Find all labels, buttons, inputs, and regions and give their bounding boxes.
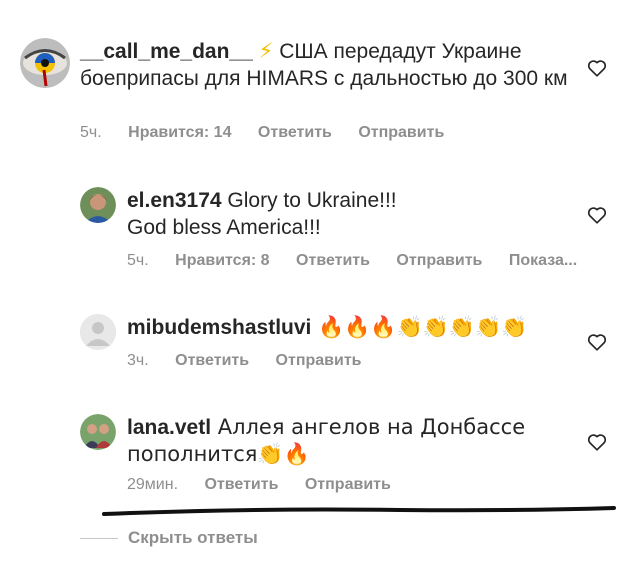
- reply-button[interactable]: Ответить: [204, 476, 278, 493]
- comment-text: el.en3174 Glory to Ukraine!!! God bless …: [127, 187, 427, 241]
- username[interactable]: lana.vetl: [127, 416, 211, 439]
- likes-count[interactable]: Нравится: 14: [128, 124, 231, 141]
- timestamp: 5ч.: [127, 252, 149, 269]
- likes-count[interactable]: Нравится: 8: [175, 252, 269, 269]
- avatar[interactable]: [80, 187, 116, 223]
- timestamp: 29мин.: [127, 476, 179, 493]
- send-button[interactable]: Отправить: [396, 252, 482, 269]
- comment-meta: 5ч. Нравится: 14 Ответить Отправить: [80, 124, 466, 142]
- username[interactable]: __call_me_dan__: [80, 40, 253, 63]
- heart-icon[interactable]: [586, 204, 608, 226]
- hide-replies-label: Скрыть ответы: [128, 528, 258, 547]
- comment-text: lana.vetl Аллея ангелов на Донбассе попо…: [127, 414, 567, 468]
- heart-icon[interactable]: [586, 331, 608, 353]
- comment-body: 🔥🔥🔥👏👏👏👏👏: [311, 315, 528, 339]
- ink-underline-annotation: [102, 506, 616, 516]
- divider-line: [80, 538, 118, 540]
- comment-meta: 29мин. Ответить Отправить: [127, 476, 413, 494]
- send-button[interactable]: Отправить: [305, 476, 391, 493]
- reply-button[interactable]: Ответить: [296, 252, 370, 269]
- reply-button[interactable]: Ответить: [175, 352, 249, 369]
- avatar[interactable]: [80, 314, 116, 350]
- avatar-photo: [80, 187, 116, 223]
- timestamp: 5ч.: [80, 124, 102, 141]
- send-button[interactable]: Отправить: [276, 352, 362, 369]
- username[interactable]: mibudemshastluvi: [127, 316, 311, 339]
- comment-meta: 3ч. Ответить Отправить: [127, 352, 384, 370]
- timestamp: 3ч.: [127, 352, 149, 369]
- username[interactable]: el.en3174: [127, 189, 222, 212]
- avatar-photo: [80, 414, 116, 450]
- show-translation-button[interactable]: Показа...: [509, 252, 577, 269]
- comment-text: mibudemshastluvi 🔥🔥🔥👏👏👏👏👏: [127, 314, 587, 341]
- hide-replies-button[interactable]: Скрыть ответы: [80, 528, 258, 548]
- heart-icon[interactable]: [586, 431, 608, 453]
- lightning-emoji: ⚡: [258, 39, 274, 63]
- comment-meta: 5ч. Нравится: 8 Ответить Отправить Показ…: [127, 252, 577, 270]
- comment-text: __call_me_dan__ ⚡ США передадут Украине …: [80, 38, 580, 92]
- send-button[interactable]: Отправить: [358, 124, 444, 141]
- default-avatar-icon: [80, 314, 116, 350]
- avatar-eye-image: [20, 38, 70, 88]
- heart-icon[interactable]: [586, 57, 608, 79]
- avatar[interactable]: [20, 38, 70, 88]
- avatar[interactable]: [80, 414, 116, 450]
- reply-button[interactable]: Ответить: [258, 124, 332, 141]
